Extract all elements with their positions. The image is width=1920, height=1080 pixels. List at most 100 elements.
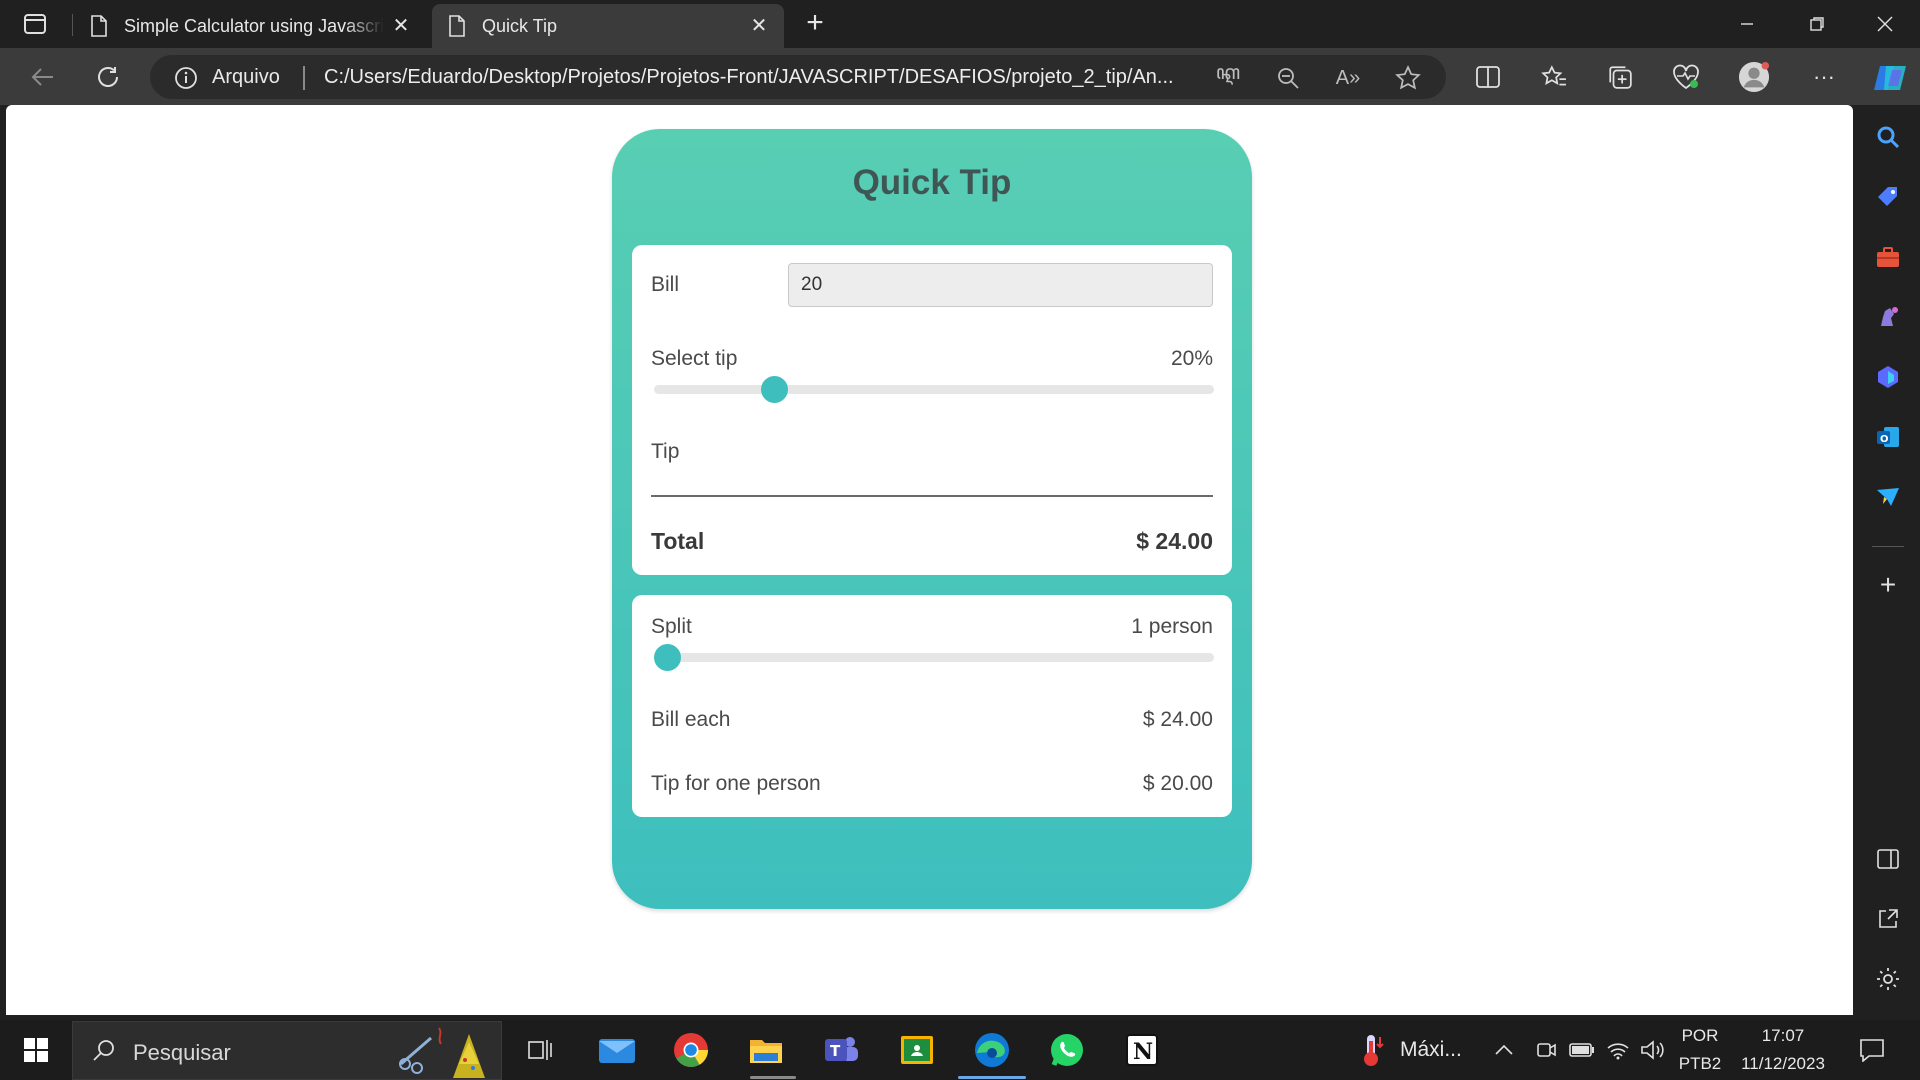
classroom-icon[interactable] bbox=[897, 1030, 937, 1070]
profile-avatar[interactable] bbox=[1738, 61, 1770, 93]
open-external-icon[interactable] bbox=[1872, 903, 1904, 935]
language-indicator[interactable]: POR bbox=[1672, 1026, 1728, 1046]
search-icon[interactable] bbox=[1872, 121, 1904, 153]
search-icon bbox=[93, 1040, 114, 1061]
tip-panel: Bill 20 Select tip 20% Tip Total $ 24.00 bbox=[632, 245, 1232, 575]
favorite-star-icon[interactable] bbox=[1394, 64, 1422, 92]
windows-start-icon[interactable] bbox=[16, 1030, 56, 1070]
document-icon bbox=[449, 15, 465, 37]
clock-date[interactable]: 11/12/2023 bbox=[1730, 1054, 1836, 1074]
document-icon bbox=[91, 15, 107, 37]
tip-percent-value: 20% bbox=[1170, 347, 1213, 370]
refresh-icon[interactable] bbox=[92, 61, 124, 93]
active-app-indicator bbox=[958, 1076, 1026, 1079]
zoom-out-icon[interactable] bbox=[1274, 64, 1302, 92]
page-viewport: Quick Tip Bill 20 Select tip 20% Tip Tot… bbox=[6, 105, 1853, 1015]
mail-app-icon[interactable] bbox=[597, 1030, 637, 1070]
back-arrow-icon[interactable] bbox=[26, 61, 58, 93]
edge-browser-icon[interactable] bbox=[972, 1030, 1012, 1070]
minimize-button[interactable] bbox=[1714, 0, 1780, 48]
svg-text:O: O bbox=[1880, 434, 1889, 445]
tab-title: Quick Tip bbox=[482, 15, 558, 36]
copilot-sidebar-icon[interactable] bbox=[1872, 361, 1904, 393]
browser-toolbar: Arquivo C:/Users/Eduardo/Desktop/Projeto… bbox=[0, 48, 1920, 105]
keyboard-layout-indicator[interactable]: PTB2 bbox=[1672, 1054, 1728, 1074]
split-screen-icon[interactable] bbox=[1472, 61, 1504, 93]
url-text[interactable]: C:/Users/Eduardo/Desktop/Projetos/Projet… bbox=[324, 66, 1344, 89]
tip-slider[interactable] bbox=[654, 376, 1214, 403]
battery-icon[interactable] bbox=[1568, 1030, 1596, 1070]
split-slider[interactable] bbox=[654, 644, 1214, 671]
tools-icon[interactable] bbox=[1872, 241, 1904, 273]
whatsapp-icon[interactable] bbox=[1047, 1030, 1087, 1070]
wifi-icon[interactable] bbox=[1604, 1030, 1632, 1070]
games-icon[interactable] bbox=[1872, 301, 1904, 333]
bill-input[interactable]: 20 bbox=[788, 263, 1213, 307]
tip-each-label: Tip for one person bbox=[651, 772, 821, 795]
favorites-icon[interactable] bbox=[1538, 61, 1570, 93]
quick-tip-card: Quick Tip Bill 20 Select tip 20% Tip Tot… bbox=[612, 129, 1252, 909]
split-value: 1 person bbox=[1131, 615, 1213, 638]
chevron-up-icon[interactable] bbox=[1490, 1030, 1518, 1070]
divider bbox=[651, 495, 1213, 497]
restore-button[interactable] bbox=[1784, 0, 1850, 48]
shopping-tag-icon[interactable] bbox=[1872, 181, 1904, 213]
app-title: Quick Tip bbox=[852, 163, 1012, 202]
hide-sidebar-icon[interactable] bbox=[1872, 843, 1904, 875]
browser-essentials-icon[interactable] bbox=[1670, 61, 1702, 93]
info-icon[interactable] bbox=[174, 66, 198, 90]
new-tab-button[interactable]: + bbox=[800, 8, 830, 40]
windows-taskbar: Pesquisar T N Máxi... POR PTB2 17:07 11/… bbox=[0, 1020, 1920, 1080]
search-placeholder: Pesquisar bbox=[133, 1040, 231, 1065]
chrome-icon[interactable] bbox=[671, 1030, 711, 1070]
add-icon[interactable]: + bbox=[1872, 569, 1904, 601]
outlook-icon[interactable]: O bbox=[1872, 421, 1904, 453]
tab-title: Simple Calculator using Javascrip bbox=[124, 15, 384, 36]
translate-icon[interactable]: ꦐ bbox=[1214, 62, 1242, 92]
tip-slider-thumb[interactable] bbox=[760, 376, 788, 403]
taskbar-search[interactable]: Pesquisar bbox=[72, 1021, 502, 1080]
active-app-indicator bbox=[750, 1076, 796, 1079]
drop-icon[interactable] bbox=[1872, 481, 1904, 513]
address-bar[interactable]: Arquivo C:/Users/Eduardo/Desktop/Projeto… bbox=[150, 55, 1446, 99]
sidebar-divider bbox=[1872, 546, 1904, 547]
split-label: Split bbox=[651, 615, 692, 638]
read-aloud-icon[interactable]: A» bbox=[1334, 64, 1362, 92]
weather-text[interactable]: Máxi... bbox=[1400, 1038, 1462, 1062]
tip-each-value: $ 20.00 bbox=[1142, 772, 1213, 795]
collections-icon[interactable] bbox=[1604, 61, 1636, 93]
copilot-icon[interactable] bbox=[1870, 58, 1910, 98]
volume-icon[interactable] bbox=[1638, 1030, 1668, 1070]
file-explorer-icon[interactable] bbox=[746, 1030, 786, 1070]
total-label: Total bbox=[651, 528, 705, 554]
close-window-button[interactable] bbox=[1852, 0, 1918, 48]
more-menu-icon[interactable]: ··· bbox=[1808, 61, 1840, 93]
edge-sidebar: O + bbox=[1856, 105, 1920, 1015]
clock-time[interactable]: 17:07 bbox=[1730, 1026, 1836, 1046]
close-tab-icon[interactable]: ✕ bbox=[390, 14, 412, 37]
settings-gear-icon[interactable] bbox=[1872, 963, 1904, 995]
meet-now-icon[interactable] bbox=[1532, 1030, 1560, 1070]
total-value: $ 24.00 bbox=[1136, 528, 1213, 554]
notifications-icon[interactable] bbox=[1852, 1030, 1892, 1070]
task-view-icon[interactable] bbox=[520, 1030, 560, 1070]
address-separator bbox=[303, 66, 305, 90]
teams-icon[interactable]: T bbox=[821, 1030, 861, 1070]
svg-text:N: N bbox=[1133, 1039, 1153, 1065]
tab-strip: Simple Calculator using Javascrip ✕ Quic… bbox=[0, 0, 1920, 48]
search-highlight-illustration-icon bbox=[399, 1027, 485, 1078]
tab-actions-menu-icon[interactable] bbox=[18, 11, 52, 37]
tab-separator bbox=[72, 14, 73, 36]
close-tab-icon[interactable]: ✕ bbox=[748, 14, 770, 37]
split-slider-thumb[interactable] bbox=[654, 644, 681, 671]
protocol-label: Arquivo bbox=[212, 66, 280, 88]
weather-thermometer-icon[interactable] bbox=[1352, 1030, 1392, 1070]
tab-quick-tip[interactable]: Quick Tip ✕ bbox=[432, 4, 784, 48]
tab-simple-calculator[interactable]: Simple Calculator using Javascrip ✕ bbox=[74, 4, 426, 48]
svg-text:T: T bbox=[830, 1042, 841, 1060]
bill-label: Bill bbox=[651, 273, 680, 296]
notion-icon[interactable]: N bbox=[1122, 1030, 1162, 1070]
select-tip-label: Select tip bbox=[651, 347, 738, 370]
split-panel: Split 1 person Bill each $ 24.00 Tip for… bbox=[632, 595, 1232, 817]
tip-label: Tip bbox=[651, 440, 680, 463]
